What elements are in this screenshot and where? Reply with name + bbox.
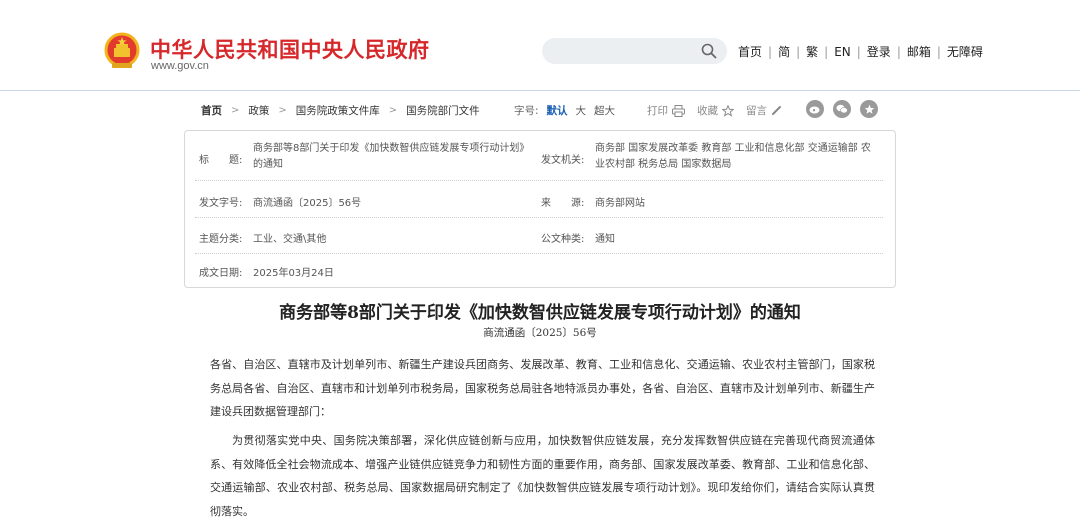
font-size-label: 字号:	[514, 105, 539, 117]
breadcrumb-policy-library[interactable]: 国务院政策文件库	[296, 103, 380, 118]
link-home[interactable]: 首页	[732, 43, 768, 60]
meta-row-topic: 主题分类: 工业、交通\其他 公文种类: 通知	[195, 218, 883, 254]
type-label: 公文种类:	[541, 234, 585, 245]
source-value: 商务部网站	[595, 198, 645, 209]
source-label: 来 源:	[541, 198, 585, 209]
site-url: www.gov.cn	[151, 60, 209, 72]
link-accessibility[interactable]: 无障碍	[941, 43, 989, 60]
top-links: 首页 | 简 | 繁 | EN | 登录 | 邮箱 | 无障碍	[732, 43, 989, 60]
link-traditional[interactable]: 繁	[800, 43, 824, 60]
national-emblem-icon[interactable]	[104, 32, 140, 70]
article-doc-number: 商流通函〔2025〕56号	[483, 327, 597, 339]
date-value: 2025年03月24日	[253, 268, 334, 279]
share-buttons	[806, 100, 887, 118]
breadcrumb-home[interactable]: 首页	[201, 103, 222, 118]
print-label: 打印	[647, 105, 668, 117]
article-addressees: 各省、自治区、直辖市及计划单列市、新疆生产建设兵团商务、发展改革、教育、工业和信…	[210, 358, 875, 418]
font-size-large[interactable]: 大	[576, 103, 587, 118]
meta-row-docno: 发文字号: 商流通函〔2025〕56号 来 源: 商务部网站	[195, 181, 883, 218]
docno-label: 发文字号:	[199, 198, 243, 209]
wechat-icon[interactable]	[833, 100, 851, 118]
document-metadata: 标 题: 商务部等8部门关于印发《加快数智供应链发展专项行动计划》的通知 发文机…	[184, 130, 896, 288]
type-value: 通知	[595, 234, 615, 245]
star-icon[interactable]	[860, 100, 878, 118]
chevron-right-icon: >	[388, 105, 398, 116]
title-label: 标 题:	[199, 155, 243, 166]
link-english[interactable]: EN	[828, 45, 857, 59]
issuer-value: 商务部 国家发展改革委 教育部 工业和信息化部 交通运输部 农业农村部 税务总局…	[595, 143, 871, 170]
font-size-xlarge[interactable]: 超大	[594, 103, 615, 118]
favorite-label: 收藏	[697, 105, 718, 117]
meta-row-date: 成文日期: 2025年03月24日	[195, 254, 883, 286]
article-title: 商务部等8部门关于印发《加快数智供应链发展专项行动计划》的通知	[279, 303, 801, 323]
comment-button[interactable]: 留言	[746, 103, 782, 118]
breadcrumb-policy[interactable]: 政策	[248, 103, 269, 118]
chevron-right-icon: >	[278, 105, 287, 116]
search-input[interactable]	[542, 38, 727, 64]
breadcrumb-department-docs[interactable]: 国务院部门文件	[406, 103, 480, 118]
title-value: 商务部等8部门关于印发《加快数智供应链发展专项行动计划》的通知	[253, 143, 530, 170]
pencil-icon	[772, 106, 781, 115]
topic-label: 主题分类:	[199, 234, 243, 245]
page: 中华人民共和国中央人民政府 www.gov.cn 首页 | 简 | 繁 | EN…	[0, 0, 1080, 528]
topic-value: 工业、交通\其他	[253, 234, 327, 245]
font-size-default[interactable]: 默认	[547, 103, 568, 118]
weibo-icon[interactable]	[806, 100, 824, 118]
docno-value: 商流通函〔2025〕56号	[253, 198, 362, 209]
star-outline-icon	[722, 104, 734, 117]
article-tools: 打印 收藏 留言	[647, 103, 794, 118]
font-size-selector: 字号: 默认 大 超大	[514, 103, 615, 118]
link-mail[interactable]: 邮箱	[901, 43, 937, 60]
print-button[interactable]: 打印	[647, 103, 685, 118]
search-icon[interactable]	[701, 43, 717, 59]
chevron-right-icon: >	[231, 105, 240, 116]
link-simplified[interactable]: 简	[772, 43, 796, 60]
favorite-button[interactable]: 收藏	[697, 103, 734, 118]
comment-label: 留言	[746, 105, 767, 117]
header-divider	[0, 90, 1080, 91]
site-header: 中华人民共和国中央人民政府 www.gov.cn 首页 | 简 | 繁 | EN…	[0, 0, 1080, 90]
meta-row-title: 标 题: 商务部等8部门关于印发《加快数智供应链发展专项行动计划》的通知 发文机…	[195, 131, 883, 181]
date-label: 成文日期:	[199, 268, 243, 279]
article-body-paragraph: 为贯彻落实党中央、国务院决策部署，深化供应链创新与应用，加快数智供应链发展，充分…	[210, 434, 875, 518]
breadcrumb: 首页 > 政策 > 国务院政策文件库 > 国务院部门文件	[201, 103, 480, 118]
printer-icon	[672, 104, 685, 117]
issuer-label: 发文机关:	[541, 155, 585, 166]
link-login[interactable]: 登录	[861, 43, 897, 60]
